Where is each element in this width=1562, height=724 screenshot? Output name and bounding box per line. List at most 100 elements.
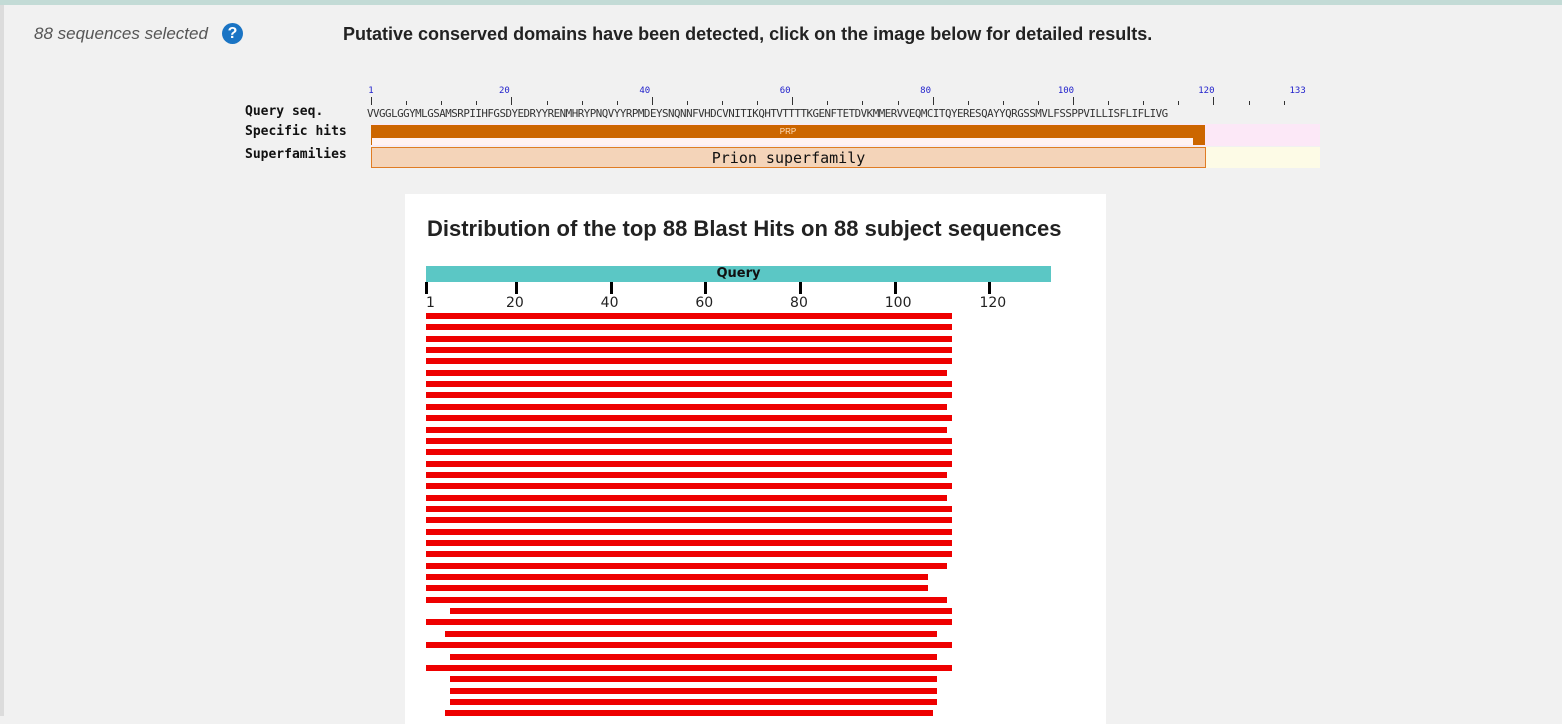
cdd-tick-mark bbox=[546, 101, 548, 105]
cdd-tick-mark bbox=[827, 101, 829, 105]
blast-hit-bar[interactable] bbox=[449, 653, 938, 660]
cdd-tick-mark bbox=[1037, 101, 1039, 105]
blast-hit-bar[interactable] bbox=[426, 540, 952, 546]
blast-hit-bar[interactable] bbox=[449, 608, 952, 615]
cdd-tick-mark bbox=[441, 101, 443, 105]
blast-hit-bar[interactable] bbox=[426, 517, 952, 524]
blast-hit-bar[interactable] bbox=[444, 710, 933, 717]
cdd-tick-mark bbox=[967, 101, 969, 105]
cdd-tick-label: 133 bbox=[1289, 86, 1306, 96]
blast-hit-bar[interactable] bbox=[426, 551, 952, 558]
axis-tick bbox=[425, 282, 428, 294]
superfamilies-label: Superfamilies bbox=[245, 147, 347, 162]
cdd-tick-mark bbox=[1143, 101, 1145, 105]
cdd-tick-mark bbox=[371, 97, 372, 105]
axis-tick bbox=[799, 282, 803, 294]
blast-hit-bar[interactable] bbox=[426, 574, 928, 581]
cdd-tick-label: 80 bbox=[920, 86, 931, 96]
blast-hit-bar[interactable] bbox=[426, 460, 952, 467]
blast-hit-bar[interactable] bbox=[426, 562, 947, 569]
cdd-tick-mark bbox=[757, 101, 759, 105]
axis-tick-label: 20 bbox=[505, 295, 524, 311]
blast-hit-bar[interactable] bbox=[426, 483, 952, 490]
selected-count: 88 sequences selected bbox=[34, 24, 208, 43]
cdd-tick-label: 1 bbox=[368, 86, 374, 96]
prion-superfamily-hit[interactable]: Prion superfamily bbox=[371, 147, 1206, 168]
prp-domain-cap bbox=[1193, 138, 1205, 145]
cdd-tick-mark bbox=[1108, 101, 1110, 105]
axis-tick-label: 1 bbox=[426, 295, 435, 311]
cdd-tick-mark bbox=[1213, 97, 1215, 105]
cdd-tick-mark bbox=[406, 101, 408, 105]
axis-tick bbox=[988, 282, 992, 294]
blast-hit-bar[interactable] bbox=[449, 687, 938, 694]
blast-hit-bar[interactable] bbox=[426, 324, 952, 331]
axis-tick bbox=[609, 282, 613, 294]
cdd-tick-label: 20 bbox=[498, 86, 510, 96]
blast-hit-bar[interactable] bbox=[426, 369, 947, 376]
blast-hit-bar[interactable] bbox=[426, 505, 952, 512]
blast-hit-bar[interactable] bbox=[426, 358, 952, 365]
blast-hit-bar[interactable] bbox=[426, 347, 952, 354]
prp-domain-underline bbox=[371, 138, 1194, 145]
blast-hit-bar[interactable] bbox=[426, 381, 952, 388]
blast-hit-bar[interactable] bbox=[426, 392, 952, 399]
blast-hit-bar[interactable] bbox=[426, 403, 947, 410]
cdd-tick-label: 40 bbox=[639, 86, 651, 96]
axis-tick-label: 120 bbox=[979, 295, 1007, 311]
blast-hit-bar[interactable] bbox=[426, 335, 952, 342]
blast-hit-bar[interactable] bbox=[426, 415, 952, 422]
cdd-tick-mark bbox=[511, 97, 513, 105]
cdd-tick-mark bbox=[616, 101, 618, 105]
blast-hit-bar[interactable] bbox=[426, 528, 952, 535]
query-sequence: VVGGLGGYMLGSAMSRPIIHFGSDYEDRYYRENMHRYPNQ… bbox=[367, 107, 1168, 120]
cdd-tick-mark bbox=[792, 97, 794, 105]
blast-hit-bar[interactable] bbox=[426, 471, 947, 478]
help-icon[interactable]: ? bbox=[222, 23, 243, 44]
cdd-tick-mark bbox=[722, 101, 723, 105]
top-border bbox=[0, 0, 1562, 5]
blast-hit-bar[interactable] bbox=[426, 426, 947, 433]
cdd-tick-mark bbox=[1002, 101, 1004, 105]
blast-hit-bar[interactable] bbox=[449, 698, 938, 705]
cdd-tick-mark bbox=[651, 97, 653, 105]
cdd-tick-mark bbox=[1178, 101, 1180, 105]
cdd-tick-mark bbox=[476, 101, 478, 105]
blast-hit-bar[interactable] bbox=[426, 585, 928, 592]
cdd-tick-mark bbox=[932, 97, 934, 105]
axis-tick bbox=[893, 282, 897, 294]
cdd-tick-mark bbox=[1248, 101, 1250, 105]
axis-tick-label: 40 bbox=[600, 295, 619, 311]
prp-domain-hit[interactable]: PRP bbox=[371, 125, 1205, 138]
blast-hit-bar[interactable] bbox=[426, 642, 952, 649]
blast-hit-bar[interactable] bbox=[426, 437, 952, 444]
blast-hit-bar[interactable] bbox=[426, 619, 952, 626]
blast-hit-bar[interactable] bbox=[426, 313, 952, 319]
cdd-tick-mark bbox=[897, 101, 899, 105]
query-bar[interactable]: Query bbox=[426, 266, 1051, 282]
blast-hit-bar[interactable] bbox=[444, 630, 938, 637]
cdd-tick-label: 100 bbox=[1057, 86, 1075, 96]
axis-tick bbox=[514, 282, 518, 294]
blast-hit-bar[interactable] bbox=[426, 449, 952, 456]
blast-distribution-panel: Distribution of the top 88 Blast Hits on… bbox=[405, 194, 1106, 724]
cdd-message: Putative conserved domains have been det… bbox=[343, 24, 1153, 44]
cdd-tick-label: 60 bbox=[779, 86, 791, 96]
query-seq-label: Query seq. bbox=[245, 104, 324, 119]
conserved-domains-graphic[interactable]: Query seq. Specific hits Superfamilies 1… bbox=[243, 84, 1323, 174]
cdd-tick-mark bbox=[686, 101, 688, 105]
blast-hit-bar[interactable] bbox=[426, 596, 947, 603]
cdd-tick-mark bbox=[1283, 101, 1285, 105]
axis-tick-label: 100 bbox=[884, 295, 912, 311]
axis-tick-label: 60 bbox=[695, 295, 714, 311]
blast-hit-bar[interactable] bbox=[426, 494, 947, 501]
cdd-tick-mark bbox=[1073, 97, 1074, 105]
specific-hits-label: Specific hits bbox=[245, 124, 347, 139]
cdd-tick-mark bbox=[862, 101, 864, 105]
cdd-tick-label: 120 bbox=[1198, 86, 1215, 96]
cdd-tick-mark bbox=[581, 101, 583, 105]
axis-tick bbox=[704, 282, 708, 294]
axis-tick-label: 80 bbox=[790, 295, 808, 311]
blast-hit-bar[interactable] bbox=[449, 676, 938, 683]
blast-hit-bar[interactable] bbox=[426, 664, 952, 671]
